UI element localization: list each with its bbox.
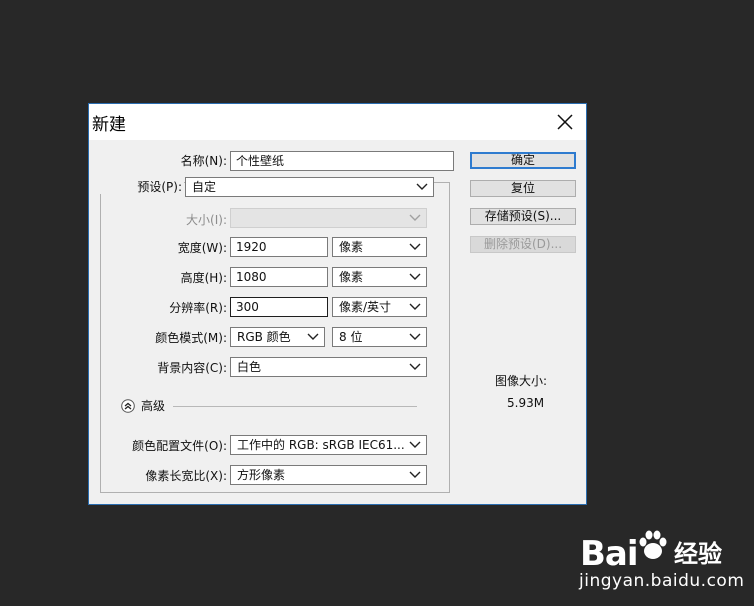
background-label: 背景内容(C): xyxy=(157,361,227,375)
chevron-down-icon xyxy=(409,273,421,280)
width-unit-select[interactable]: 像素 xyxy=(332,237,427,257)
size-label: 大小(I): xyxy=(186,213,227,227)
dialog-titlebar: 新建 xyxy=(89,104,586,140)
save-preset-button[interactable]: 存储预设(S)... xyxy=(470,208,576,225)
resolution-input[interactable]: 300 xyxy=(230,297,328,317)
height-unit-select[interactable]: 像素 xyxy=(332,267,427,287)
resolution-unit-select[interactable]: 像素/英寸 xyxy=(332,297,427,317)
pixel-aspect-value: 方形像素 xyxy=(237,468,286,482)
advanced-divider xyxy=(173,406,417,407)
name-input[interactable]: 个性壁纸 xyxy=(230,151,454,171)
advanced-label: 高级 xyxy=(141,399,166,413)
image-size-label: 图像大小: xyxy=(495,374,548,388)
background-value: 白色 xyxy=(237,360,262,374)
color-mode-select[interactable]: RGB 颜色 xyxy=(230,327,325,347)
preset-label: 预设(P): xyxy=(99,180,184,194)
width-unit-value: 像素 xyxy=(339,240,364,254)
preset-select[interactable]: 自定 xyxy=(185,177,434,197)
baidu-watermark-url: jingyan.baidu.com xyxy=(579,571,745,591)
image-size-value: 5.93M xyxy=(507,396,545,410)
new-document-dialog: 新建 名称(N): 个性壁纸 预设(P): 自定 大小(I): 宽度(W): 1… xyxy=(88,103,587,505)
bit-depth-value: 8 位 xyxy=(339,330,363,344)
chevron-down-icon xyxy=(307,333,319,340)
baidu-watermark-logo: Bai xyxy=(580,534,639,574)
height-label: 高度(H): xyxy=(180,271,227,285)
pixel-aspect-select[interactable]: 方形像素 xyxy=(230,465,427,485)
color-profile-value: 工作中的 RGB: sRGB IEC61... xyxy=(237,438,405,452)
dialog-title: 新建 xyxy=(92,115,126,135)
close-icon xyxy=(557,114,573,130)
chevron-down-icon xyxy=(409,441,421,448)
chevron-down-icon xyxy=(409,333,421,340)
size-select xyxy=(230,208,427,228)
resolution-unit-value: 像素/英寸 xyxy=(339,300,392,314)
color-mode-label: 颜色模式(M): xyxy=(155,331,227,345)
reset-button[interactable]: 复位 xyxy=(470,180,576,197)
bit-depth-select[interactable]: 8 位 xyxy=(332,327,427,347)
chevron-down-icon xyxy=(409,214,421,221)
chevron-down-icon xyxy=(409,243,421,250)
color-mode-value: RGB 颜色 xyxy=(237,330,291,344)
preset-select-value: 自定 xyxy=(192,180,217,194)
delete-preset-button: 删除预设(D)... xyxy=(470,236,576,253)
background-select[interactable]: 白色 xyxy=(230,357,427,377)
chevron-down-icon xyxy=(409,363,421,370)
collapse-up-icon xyxy=(121,399,135,413)
chevron-down-icon xyxy=(409,471,421,478)
width-input[interactable]: 1920 xyxy=(230,237,328,257)
name-label: 名称(N): xyxy=(180,154,227,168)
close-button[interactable] xyxy=(552,110,578,134)
color-profile-select[interactable]: 工作中的 RGB: sRGB IEC61... xyxy=(230,435,427,455)
ok-button[interactable]: 确定 xyxy=(470,152,576,169)
color-profile-label: 颜色配置文件(O): xyxy=(132,439,227,453)
pixel-aspect-label: 像素长宽比(X): xyxy=(145,469,227,483)
height-unit-value: 像素 xyxy=(339,270,364,284)
height-input[interactable]: 1080 xyxy=(230,267,328,287)
chevron-down-icon xyxy=(409,303,421,310)
baidu-watermark-cn: 经验 xyxy=(674,540,722,568)
resolution-label: 分辨率(R): xyxy=(169,301,227,315)
width-label: 宽度(W): xyxy=(177,241,227,255)
chevron-down-icon xyxy=(416,183,428,190)
paw-icon xyxy=(639,530,667,559)
